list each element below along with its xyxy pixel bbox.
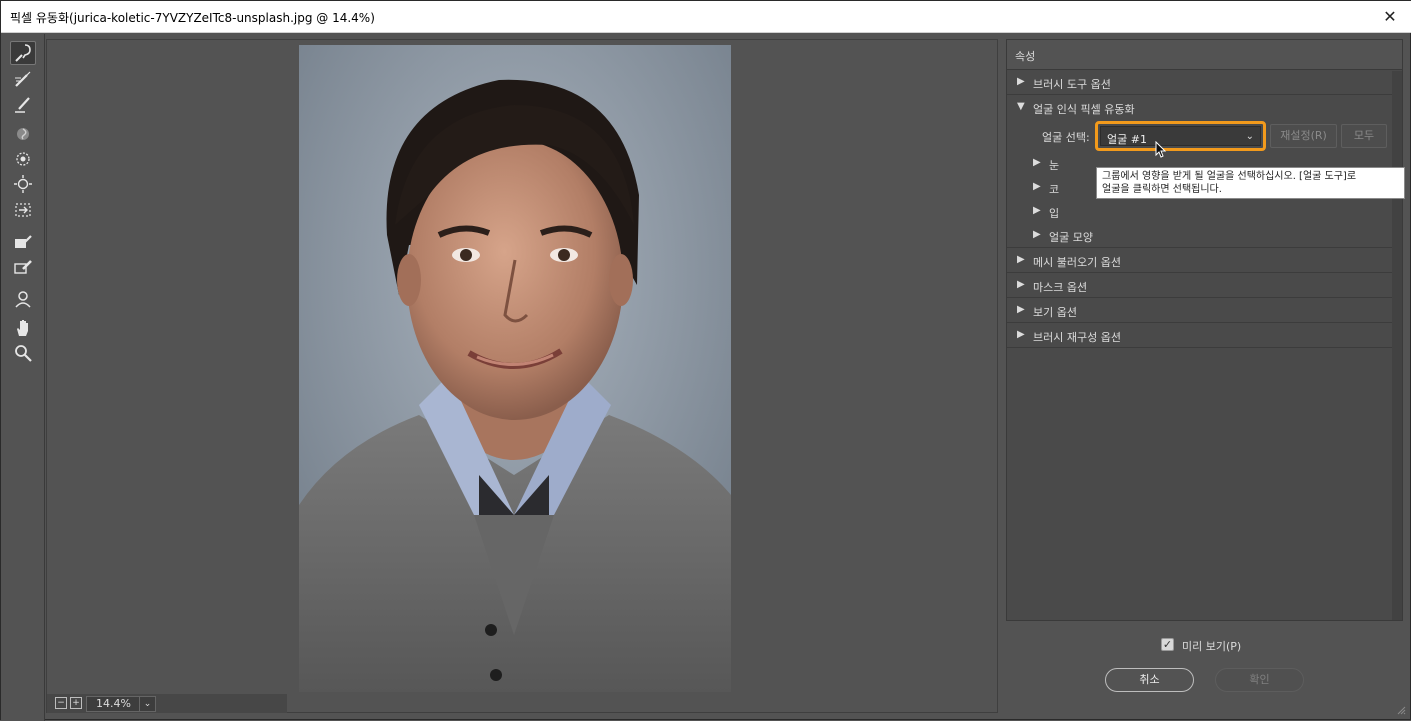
- expand-triangle-icon[interactable]: ▶: [1017, 76, 1025, 87]
- sub-section-label: 코: [1049, 183, 1060, 196]
- section-brush-tool-options[interactable]: ▶ 브러시 도구 옵션: [1007, 71, 1392, 95]
- sub-section-mouth[interactable]: ▶ 입: [1007, 200, 1392, 224]
- section-face-aware-liquify[interactable]: ▼ 얼굴 인식 픽셀 유동화: [1007, 96, 1392, 120]
- pucker-icon: [16, 152, 30, 166]
- smooth-tool-button[interactable]: [10, 92, 36, 116]
- portrait-photo[interactable]: [299, 45, 731, 692]
- title-bar: 픽셀 유동화(jurica-koletic-7YVZYZeITc8-unspla…: [1, 1, 1411, 33]
- expand-triangle-icon[interactable]: ▶: [1017, 329, 1025, 340]
- zoom-in-icon[interactable]: +: [70, 697, 82, 709]
- properties-panel: 속성 ▶ 브러시 도구 옵션 ▼ 얼굴 인식 픽셀 유동화 얼굴 선택: 얼굴 …: [1006, 39, 1403, 621]
- mouse-cursor-icon: [1155, 141, 1167, 158]
- zoom-value[interactable]: 14.4%: [87, 697, 139, 711]
- preview-checkbox[interactable]: ✓: [1161, 638, 1174, 651]
- window-title: 픽셀 유동화(jurica-koletic-7YVZYZeITc8-unspla…: [10, 11, 375, 25]
- forward-warp-icon: [15, 44, 31, 62]
- section-label: 브러시 재구성 옵션: [1033, 331, 1121, 344]
- chevron-down-icon[interactable]: ⌄: [139, 697, 155, 711]
- face-select-value: 얼굴 #1: [1107, 133, 1147, 146]
- ok-button[interactable]: 확인: [1215, 668, 1304, 692]
- hand-tool-button[interactable]: [10, 316, 36, 340]
- section-label: 브러시 도구 옵션: [1033, 78, 1111, 91]
- face-select-field[interactable]: 얼굴 #1 ⌄: [1100, 126, 1261, 146]
- bloat-icon: [14, 175, 32, 193]
- reconstruct-tool-button[interactable]: [10, 67, 36, 91]
- preview-label[interactable]: 미리 보기(P): [1182, 638, 1241, 654]
- twirl-tool-button[interactable]: [10, 122, 36, 146]
- section-view-options[interactable]: ▶ 보기 옵션: [1007, 299, 1392, 323]
- freeze-mask-icon: [15, 235, 32, 248]
- liquify-dialog: 픽셀 유동화(jurica-koletic-7YVZYZeITc8-unspla…: [0, 0, 1411, 721]
- section-mesh-load-options[interactable]: ▶ 메시 불러오기 옵션: [1007, 249, 1392, 273]
- sub-section-label: 얼굴 모양: [1049, 231, 1093, 244]
- push-left-icon: [15, 203, 31, 217]
- expand-triangle-icon[interactable]: ▶: [1033, 205, 1041, 216]
- pucker-tool-button[interactable]: [10, 147, 36, 171]
- thaw-mask-tool-button[interactable]: [10, 255, 36, 279]
- panel-title: 속성: [1015, 50, 1036, 63]
- expand-triangle-icon[interactable]: ▶: [1033, 229, 1041, 240]
- zoom-icon: [15, 345, 32, 362]
- face-select-tooltip: 그룹에서 영향을 받게 될 얼굴을 선택하십시오. [얼굴 도구]로 얼굴을 클…: [1096, 167, 1405, 199]
- reset-button[interactable]: 재설정(R): [1270, 124, 1337, 148]
- push-left-tool-button[interactable]: [10, 198, 36, 222]
- face-tool-icon: [15, 291, 31, 308]
- cancel-button[interactable]: 취소: [1105, 668, 1194, 692]
- liquify-toolbar: [1, 34, 45, 721]
- freeze-mask-tool-button[interactable]: [10, 230, 36, 254]
- collapse-triangle-icon[interactable]: ▼: [1017, 101, 1025, 112]
- panel-header: 속성: [1007, 40, 1402, 70]
- smooth-brush-icon: [15, 97, 30, 113]
- forward-warp-tool-button[interactable]: [10, 41, 36, 65]
- canvas-area[interactable]: − + 14.4% ⌄: [46, 39, 998, 713]
- portrait-image: [299, 45, 731, 692]
- close-icon[interactable]: ✕: [1378, 5, 1402, 29]
- hand-icon: [17, 320, 28, 336]
- expand-triangle-icon[interactable]: ▶: [1017, 279, 1025, 290]
- sub-section-label: 눈: [1049, 159, 1060, 172]
- chevron-down-icon: ⌄: [1245, 131, 1254, 142]
- zoom-field[interactable]: 14.4% ⌄: [86, 696, 156, 712]
- face-select-row: 얼굴 선택: 얼굴 #1 ⌄ 재설정(R) 모두: [1007, 121, 1392, 151]
- section-label: 마스크 옵션: [1033, 281, 1088, 294]
- zoom-out-icon[interactable]: −: [55, 697, 67, 709]
- sub-section-face-shape[interactable]: ▶ 얼굴 모양: [1007, 224, 1392, 248]
- expand-triangle-icon[interactable]: ▶: [1033, 181, 1041, 192]
- zoom-tool-button[interactable]: [10, 341, 36, 365]
- tooltip-line: 그룹에서 영향을 받게 될 얼굴을 선택하십시오. [얼굴 도구]로: [1102, 171, 1357, 182]
- panel-scrollbar[interactable]: [1392, 71, 1402, 620]
- expand-triangle-icon[interactable]: ▶: [1033, 157, 1041, 168]
- all-button[interactable]: 모두: [1341, 124, 1387, 148]
- reconstruct-brush-icon: [15, 71, 31, 87]
- zoom-bar: − + 14.4% ⌄: [47, 694, 287, 713]
- thaw-mask-icon: [14, 260, 32, 274]
- expand-triangle-icon[interactable]: ▶: [1017, 304, 1025, 315]
- sub-section-label: 입: [1049, 207, 1060, 220]
- section-label: 얼굴 인식 픽셀 유동화: [1033, 103, 1135, 116]
- face-select-label: 얼굴 선택:: [1042, 131, 1090, 144]
- section-label: 메시 불러오기 옵션: [1033, 256, 1121, 269]
- twirl-icon: [17, 128, 29, 140]
- face-tool-button[interactable]: [10, 287, 36, 311]
- expand-triangle-icon[interactable]: ▶: [1017, 254, 1025, 265]
- tooltip-line: 얼굴을 클릭하면 선택됩니다.: [1102, 184, 1222, 195]
- face-select-dropdown[interactable]: 얼굴 #1 ⌄: [1095, 121, 1266, 151]
- section-mask-options[interactable]: ▶ 마스크 옵션: [1007, 274, 1392, 298]
- section-brush-reconstruct-options[interactable]: ▶ 브러시 재구성 옵션: [1007, 324, 1392, 348]
- bloat-tool-button[interactable]: [10, 172, 36, 196]
- resize-grip-icon[interactable]: [1396, 705, 1406, 715]
- section-label: 보기 옵션: [1033, 306, 1077, 319]
